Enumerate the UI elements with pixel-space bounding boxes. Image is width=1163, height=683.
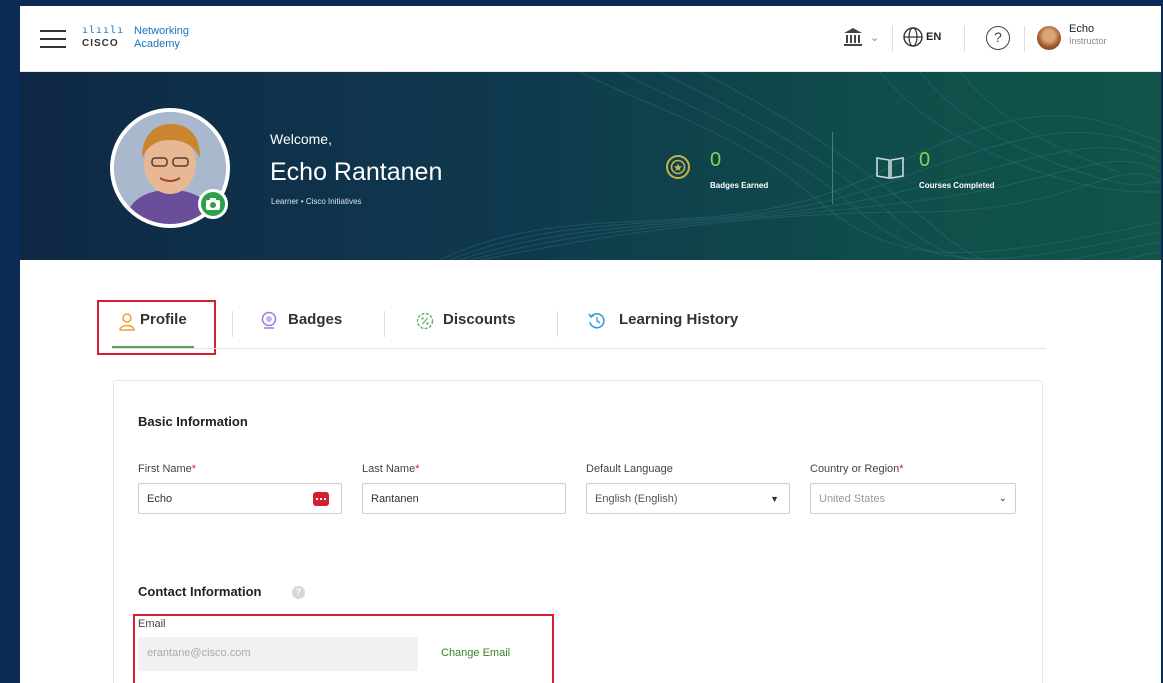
first-name-label: First Name* [138,463,197,475]
tab-discounts[interactable]: Discounts [415,309,535,339]
cisco-wordmark: CISCO [82,38,119,49]
user-full-name: Echo Rantanen [270,158,443,186]
cisco-networking-academy-logo[interactable]: ılıılı CISCO Networking Academy [82,23,242,57]
institution-chevron-down-icon[interactable]: ⌄ [870,31,879,44]
profile-tab-highlight [97,300,216,355]
contact-information-title: Contact Information [138,584,262,599]
tabs-baseline [112,348,1046,349]
user-role: Instructor [1069,36,1107,46]
history-icon [588,313,605,329]
chevron-down-icon: ⌄ [998,493,1007,504]
badge-icon [261,311,277,329]
first-name-value: Echo [147,493,173,505]
globe-icon[interactable] [902,26,924,48]
hamburger-menu-icon[interactable] [40,30,66,48]
email-label: Email [138,618,166,630]
caret-down-icon: ▼ [770,494,779,504]
tab-divider [384,311,385,337]
book-icon [876,157,904,179]
change-email-link[interactable]: Change Email [441,647,510,659]
header-divider [892,26,893,52]
language-selector[interactable]: EN [926,31,941,43]
courses-completed-label: Courses Completed [919,181,995,190]
stats-divider [832,132,833,204]
badges-earned-label: Badges Earned [710,181,769,190]
app-frame: ılıılı CISCO Networking Academy ⌄ EN ? E… [20,6,1161,683]
email-value: erantane@cisco.com [147,647,251,659]
tab-badges-label: Badges [288,311,343,328]
default-language-label: Default Language [586,463,673,475]
tab-divider [232,311,233,337]
country-select[interactable]: United States ⌄ [810,483,1016,514]
tab-discounts-label: Discounts [443,311,516,328]
info-icon[interactable]: ? [292,586,305,599]
header-divider [964,26,965,52]
tab-divider [557,311,558,337]
default-language-select[interactable]: English (English) ▼ [586,483,790,514]
badges-earned-count: 0 [710,149,722,171]
institution-building-icon[interactable] [842,26,864,48]
top-nav-bar: ılıılı CISCO Networking Academy ⌄ EN ? E… [20,6,1161,72]
country-label: Country or Region* [810,463,904,475]
last-name-value: Rantanen [371,493,419,505]
camera-icon[interactable] [198,189,228,219]
courses-completed-count: 0 [919,149,931,171]
tab-learning-history-label: Learning History [619,311,739,328]
country-value: United States [819,493,886,505]
welcome-text: Welcome, [270,131,332,147]
first-name-input[interactable]: Echo [138,483,342,514]
email-input: erantane@cisco.com [138,637,418,671]
user-name[interactable]: Echo [1069,23,1094,35]
logo-academy-text: Academy [134,38,180,50]
basic-information-title: Basic Information [138,414,248,429]
discount-icon [416,312,434,330]
profile-hero-banner: Welcome, Echo Rantanen Learner • Cisco I… [20,72,1161,260]
cisco-bars-mark: ılıılı [82,25,125,36]
badge-icon [666,155,690,179]
header-divider [1024,26,1025,52]
password-manager-icon[interactable] [313,492,329,506]
logo-networking-text: Networking [134,25,190,37]
user-avatar[interactable] [1037,26,1061,50]
default-language-value: English (English) [595,493,678,505]
tab-badges[interactable]: Badges [260,309,360,339]
tab-learning-history[interactable]: Learning History [587,309,767,339]
last-name-input[interactable]: Rantanen [362,483,566,514]
user-role-subtitle: Learner • Cisco Initiatives [271,197,362,206]
last-name-label: Last Name* [362,463,420,475]
help-icon[interactable]: ? [986,26,1010,50]
